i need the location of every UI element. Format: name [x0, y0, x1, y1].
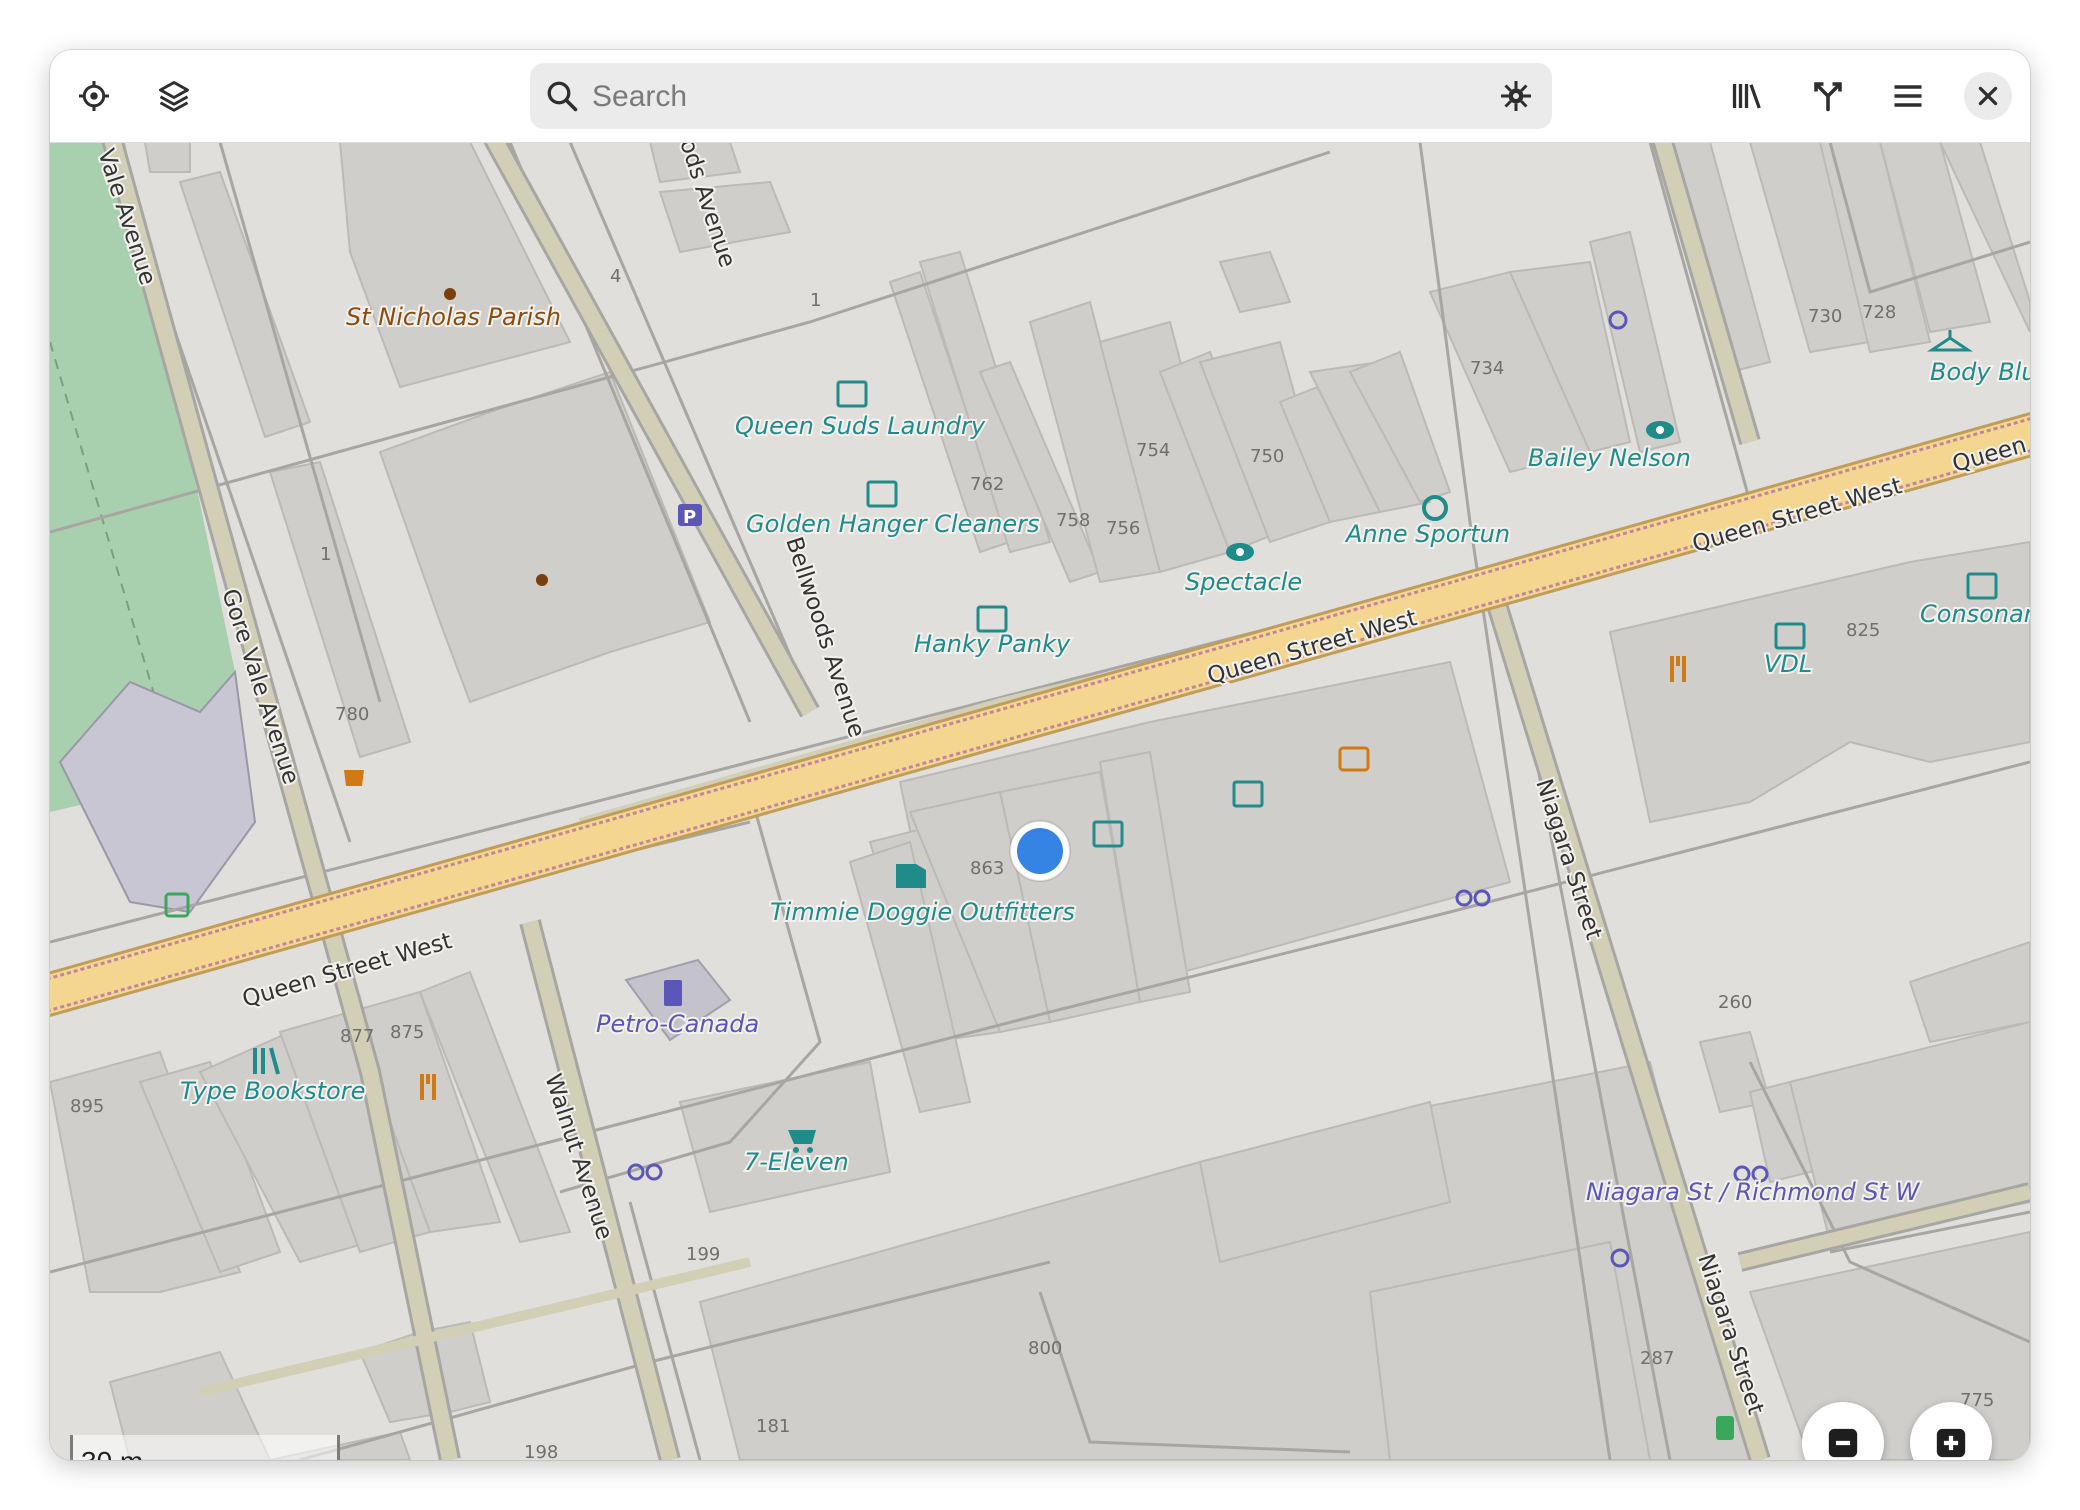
house-number: 198 [524, 1442, 558, 1460]
menu-button[interactable] [1884, 72, 1932, 120]
house-number: 825 [1846, 620, 1880, 641]
house-number: 728 [1862, 302, 1896, 323]
house-number: 4 [610, 266, 621, 287]
house-number: 287 [1640, 1348, 1674, 1369]
house-number: 260 [1718, 992, 1752, 1013]
house-number: 863 [970, 858, 1004, 879]
user-location-marker [1009, 820, 1071, 882]
cafe-icon[interactable] [344, 770, 364, 786]
layers-icon [159, 81, 189, 112]
scale-bar: 30 m [70, 1435, 340, 1460]
house-number: 754 [1136, 440, 1170, 461]
house-number: 875 [390, 1022, 424, 1043]
plus-icon [1936, 1428, 1966, 1458]
map-canvas[interactable]: 4 1 1 780 762 758 756 754 750 734 730 72… [50, 142, 2030, 1460]
minus-icon [1828, 1428, 1858, 1458]
close-icon [1978, 86, 1998, 106]
map-view[interactable]: 4 1 1 780 762 758 756 754 750 734 730 72… [50, 142, 2030, 1460]
poi-label-bailey-nelson[interactable]: Bailey Nelson [1526, 442, 1693, 474]
house-number: 877 [340, 1026, 374, 1047]
poi-label-st-nicholas[interactable]: St Nicholas Parish [344, 301, 563, 333]
fuel-icon[interactable] [664, 980, 682, 1006]
search-field[interactable] [530, 63, 1552, 131]
library-icon [1732, 84, 1761, 109]
house-number: 730 [1808, 306, 1842, 327]
house-number: 756 [1106, 518, 1140, 539]
house-number: 1 [810, 290, 821, 311]
house-number: 780 [335, 704, 369, 725]
close-button[interactable] [1964, 72, 2012, 120]
poi-label-golden-hanger[interactable]: Golden Hanger Cleaners [744, 508, 1042, 540]
church-icon[interactable] [536, 574, 548, 586]
house-number: 750 [1250, 446, 1284, 467]
locate-icon [79, 81, 109, 111]
layers-button[interactable] [150, 72, 198, 120]
poi-label-seven-eleven[interactable]: 7-Eleven [742, 1146, 851, 1178]
poi-label-bike-share[interactable]: Niagara St / Richmond St W [1584, 1176, 1923, 1208]
house-number: 895 [70, 1096, 104, 1117]
church-icon[interactable] [444, 288, 456, 300]
poi-label-spectacle[interactable]: Spectacle [1183, 566, 1304, 598]
house-number: 1 [320, 544, 331, 565]
routing-icon [1814, 82, 1842, 112]
poi-label-hanky-panky[interactable]: Hanky Panky [912, 628, 1073, 660]
house-number: 199 [686, 1244, 720, 1265]
explore-gear-icon[interactable] [1498, 78, 1534, 114]
menu-icon [1894, 85, 1922, 107]
house-number: 181 [756, 1416, 790, 1437]
poi-label-anne-sportun[interactable]: Anne Sportun [1342, 518, 1512, 550]
svg-text:P: P [683, 507, 696, 528]
search-icon [547, 81, 578, 112]
poi-label-body-blu[interactable]: Body Blu [1928, 356, 2030, 388]
locate-button[interactable] [70, 72, 118, 120]
house-number: 800 [1028, 1338, 1062, 1359]
pet-shop-icon[interactable] [896, 864, 926, 888]
routing-button[interactable] [1804, 72, 1852, 120]
poi-label-petro-canada[interactable]: Petro-Canada [594, 1008, 761, 1040]
poi-label-timmie-doggie[interactable]: Timmie Doggie Outfitters [768, 896, 1077, 928]
poi-label-type-bookstore[interactable]: Type Bookstore [178, 1075, 367, 1107]
poi-label-queen-suds[interactable]: Queen Suds Laundry [733, 410, 988, 442]
header-bar [50, 50, 2030, 143]
library-button[interactable] [1724, 72, 1772, 120]
poi-label-consonant[interactable]: Consonan [1918, 598, 2030, 630]
house-number: 734 [1470, 358, 1504, 379]
map-window: 4 1 1 780 762 758 756 754 750 734 730 72… [50, 50, 2030, 1460]
vending-icon[interactable] [1716, 1416, 1734, 1440]
house-number: 762 [970, 474, 1004, 495]
poi-label-vdl[interactable]: VDL [1762, 648, 1814, 680]
house-number: 758 [1056, 510, 1090, 531]
search-input[interactable] [590, 63, 1474, 131]
